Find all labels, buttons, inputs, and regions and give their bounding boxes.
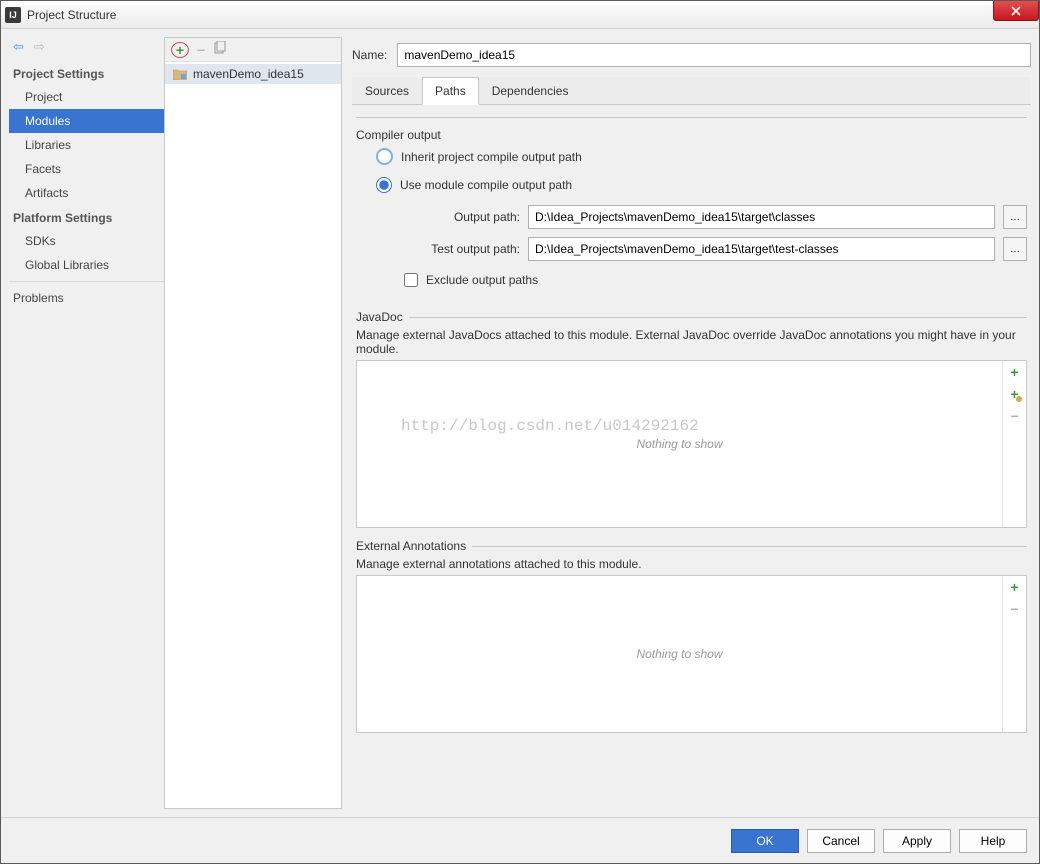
apply-button[interactable]: Apply	[883, 829, 951, 853]
sidebar-item-problems[interactable]: Problems	[9, 286, 164, 310]
main-panel: Name: Sources Paths Dependencies Compile…	[342, 37, 1031, 809]
project-structure-dialog: IJ Project Structure ⇦ ⇨ Project Setting…	[0, 0, 1040, 864]
javadoc-empty: Nothing to show	[357, 361, 1002, 527]
sidebar-divider	[9, 281, 164, 282]
remove-module-icon[interactable]: −	[197, 42, 205, 58]
tab-dependencies[interactable]: Dependencies	[479, 77, 582, 105]
test-output-path-browse[interactable]: …	[1003, 237, 1027, 261]
javadoc-desc: Manage external JavaDocs attached to thi…	[356, 328, 1027, 356]
javadoc-list: Nothing to show http://blog.csdn.net/u01…	[356, 360, 1027, 528]
module-item[interactable]: mavenDemo_idea15	[165, 64, 341, 84]
annotations-desc: Manage external annotations attached to …	[356, 557, 1027, 571]
test-output-path-input[interactable]	[528, 237, 995, 261]
module-list: mavenDemo_idea15	[165, 62, 341, 808]
radio-use-module[interactable]	[376, 177, 392, 193]
sidebar-item-project[interactable]: Project	[9, 85, 164, 109]
annotations-remove-icon[interactable]: −	[1003, 598, 1026, 620]
body: ⇦ ⇨ Project Settings Project Modules Lib…	[1, 29, 1039, 817]
javadoc-remove-icon[interactable]: −	[1003, 405, 1026, 427]
output-path-browse[interactable]: …	[1003, 205, 1027, 229]
radio-inherit[interactable]	[376, 148, 393, 165]
sidebar-item-sdks[interactable]: SDKs	[9, 229, 164, 253]
close-icon	[1011, 6, 1021, 16]
copy-module-icon[interactable]	[213, 41, 227, 58]
tab-sources[interactable]: Sources	[352, 77, 422, 105]
javadoc-buttons: + + −	[1002, 361, 1026, 527]
javadoc-add-icon[interactable]: +	[1003, 361, 1026, 383]
javadoc-section: JavaDoc Manage external JavaDocs attache…	[356, 317, 1027, 528]
tabs: Sources Paths Dependencies	[352, 77, 1031, 105]
sidebar-toolbar: ⇦ ⇨	[9, 37, 164, 61]
output-path-label: Output path:	[404, 210, 520, 224]
module-item-label: mavenDemo_idea15	[193, 67, 304, 81]
output-path-row: Output path: …	[404, 205, 1027, 229]
titlebar: IJ Project Structure	[1, 1, 1039, 29]
module-folder-icon	[173, 68, 187, 80]
annotations-add-icon[interactable]: +	[1003, 576, 1026, 598]
radio-inherit-row[interactable]: Inherit project compile output path	[356, 142, 1027, 171]
module-list-panel: + − mavenDemo_idea15	[164, 37, 342, 809]
help-button[interactable]: Help	[959, 829, 1027, 853]
output-path-input[interactable]	[528, 205, 995, 229]
tab-paths[interactable]: Paths	[422, 77, 479, 105]
footer: OK Cancel Apply Help	[1, 817, 1039, 863]
radio-use-module-label: Use module compile output path	[400, 178, 572, 192]
ok-button[interactable]: OK	[731, 829, 799, 853]
app-icon: IJ	[5, 7, 21, 23]
name-row: Name:	[352, 37, 1031, 77]
sidebar-item-artifacts[interactable]: Artifacts	[9, 181, 164, 205]
exclude-output-label: Exclude output paths	[426, 273, 538, 287]
javadoc-add-url-icon[interactable]: +	[1003, 383, 1026, 405]
sidebar-heading-platform: Platform Settings	[9, 205, 164, 229]
sidebar-item-modules[interactable]: Modules	[9, 109, 164, 133]
tab-content-paths: Compiler output Inherit project compile …	[352, 105, 1031, 809]
sidebar-item-facets[interactable]: Facets	[9, 157, 164, 181]
exclude-output-checkbox[interactable]	[404, 273, 418, 287]
sidebar-item-global-libraries[interactable]: Global Libraries	[9, 253, 164, 277]
name-label: Name:	[352, 48, 387, 62]
cancel-button[interactable]: Cancel	[807, 829, 875, 853]
annotations-list: Nothing to show + −	[356, 575, 1027, 733]
sidebar-item-libraries[interactable]: Libraries	[9, 133, 164, 157]
radio-use-module-row[interactable]: Use module compile output path	[356, 171, 1027, 199]
forward-icon[interactable]: ⇨	[34, 39, 45, 55]
test-output-path-row: Test output path: …	[404, 237, 1027, 261]
window-title: Project Structure	[27, 8, 116, 22]
path-grid: Output path: … Test output path: …	[404, 205, 1027, 261]
back-icon[interactable]: ⇦	[13, 39, 24, 55]
exclude-output-row[interactable]: Exclude output paths	[404, 269, 1027, 291]
compiler-output-group: Compiler output Inherit project compile …	[356, 117, 1027, 299]
radio-inherit-label: Inherit project compile output path	[401, 150, 582, 164]
module-name-input[interactable]	[397, 43, 1031, 67]
annotations-section: External Annotations Manage external ann…	[356, 546, 1027, 733]
sidebar: ⇦ ⇨ Project Settings Project Modules Lib…	[9, 37, 164, 809]
annotations-buttons: + −	[1002, 576, 1026, 732]
compiler-output-legend: Compiler output	[356, 128, 447, 142]
annotations-empty: Nothing to show	[357, 576, 1002, 732]
close-button[interactable]	[993, 1, 1039, 21]
test-output-path-label: Test output path:	[404, 242, 520, 256]
add-module-icon[interactable]: +	[171, 42, 189, 58]
sidebar-heading-project: Project Settings	[9, 61, 164, 85]
module-toolbar: + −	[165, 38, 341, 62]
